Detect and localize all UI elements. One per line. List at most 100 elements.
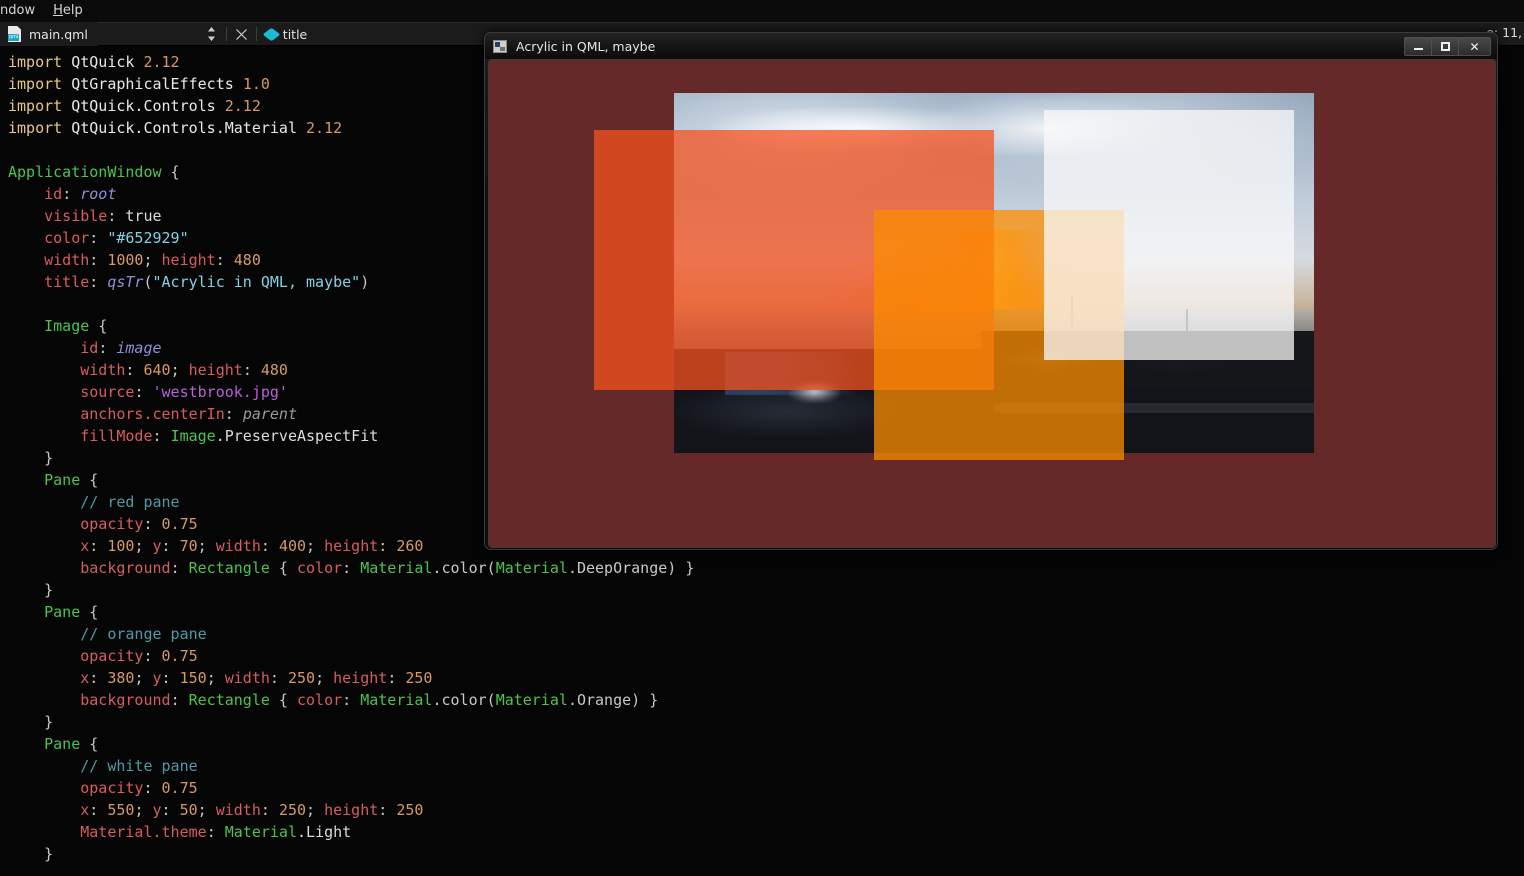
code-token: Material — [360, 559, 433, 577]
code-token: // white pane — [80, 757, 198, 775]
code-token: 0.75 — [161, 779, 198, 797]
code-line: Material.theme: Material.Light — [8, 821, 1524, 843]
code-token: Material — [360, 691, 433, 709]
qml-content-area — [488, 59, 1496, 548]
code-token: 1.0 — [242, 75, 270, 93]
app-window-frame: Acrylic in QML, maybe ✕ — [484, 32, 1498, 550]
menu-item-window[interactable]: ndow — [0, 0, 44, 22]
code-token: height — [324, 537, 379, 555]
code-token: : — [62, 185, 81, 203]
code-token: : — [342, 559, 361, 577]
code-token: height — [333, 669, 388, 687]
code-token: title — [44, 273, 90, 291]
code-line: } — [8, 711, 1524, 733]
code-token: 250 — [287, 669, 316, 687]
close-icon[interactable] — [232, 22, 251, 46]
file-tab-main-qml[interactable]: qml main.qml — [0, 22, 98, 46]
code-token: "Acrylic in QML, maybe" — [152, 273, 361, 291]
code-token: ; — [134, 801, 153, 819]
maximize-icon[interactable] — [1432, 38, 1459, 55]
code-line: x: 550; y: 50; width: 250; height: 250 — [8, 799, 1524, 821]
code-token: 380 — [107, 669, 135, 687]
code-token: 260 — [396, 537, 424, 555]
code-token: opacity — [80, 647, 144, 665]
code-token: : — [89, 669, 108, 687]
qml-application-window[interactable]: Acrylic in QML, maybe ✕ — [484, 32, 1498, 550]
code-token: 250 — [405, 669, 433, 687]
code-token: : — [134, 383, 153, 401]
pane-white — [1044, 110, 1294, 360]
code-line: } — [8, 843, 1524, 865]
code-token: : — [89, 229, 108, 247]
code-token: .color( — [432, 691, 496, 709]
code-token: height — [161, 251, 216, 269]
window-controls: ✕ — [1404, 37, 1491, 56]
code-token: import — [8, 53, 63, 71]
code-token: 0.75 — [161, 515, 198, 533]
menu-item-help-mnemonic: H — [53, 3, 63, 18]
code-token: x — [80, 669, 90, 687]
code-token: height — [188, 361, 243, 379]
up-down-arrows-icon[interactable] — [202, 22, 221, 46]
code-token: { — [161, 163, 180, 181]
code-token: y — [152, 537, 162, 555]
code-token: Material — [495, 559, 568, 577]
code-token: ; — [143, 251, 162, 269]
code-token: // red pane — [80, 493, 180, 511]
code-token: import — [8, 119, 63, 137]
code-token: 100 — [107, 537, 135, 555]
code-token: parent — [242, 405, 297, 423]
code-token: Material — [224, 823, 297, 841]
code-token: ) — [360, 273, 370, 291]
code-line: x: 380; y: 150; width: 250; height: 250 — [8, 667, 1524, 689]
code-token: qsTr — [107, 273, 144, 291]
code-token: ; — [206, 669, 225, 687]
code-token: : — [378, 537, 397, 555]
code-token: background — [80, 559, 171, 577]
minimize-icon[interactable] — [1405, 38, 1432, 55]
code-token: // orange pane — [80, 625, 207, 643]
code-token: : — [224, 405, 243, 423]
code-token: .Orange) } — [567, 691, 659, 709]
code-token: { — [89, 317, 108, 335]
app-window-titlebar[interactable]: Acrylic in QML, maybe ✕ — [485, 33, 1497, 59]
code-token: color — [44, 229, 90, 247]
code-token: .DeepOrange) } — [567, 559, 695, 577]
code-line: background: Rectangle { color: Material.… — [8, 689, 1524, 711]
code-token: width — [44, 251, 90, 269]
code-token: : — [260, 801, 279, 819]
code-token: Pane — [44, 471, 81, 489]
code-token: : — [269, 669, 288, 687]
code-token: 480 — [233, 251, 261, 269]
code-token: : — [143, 779, 162, 797]
code-token: visible — [44, 207, 108, 225]
code-token: 50 — [179, 801, 198, 819]
code-token: source — [80, 383, 135, 401]
code-token: opacity — [80, 515, 144, 533]
code-token: x — [80, 801, 90, 819]
code-token: : — [143, 515, 162, 533]
menu-item-help[interactable]: Help — [44, 0, 92, 22]
code-token: fillMode — [80, 427, 153, 445]
code-token: ApplicationWindow — [8, 163, 162, 181]
code-token: ; — [306, 801, 325, 819]
code-token: 2.12 — [224, 97, 261, 115]
code-token: { — [80, 735, 99, 753]
code-token: width — [215, 537, 261, 555]
bookmark-entry-title[interactable]: title — [262, 27, 307, 42]
code-token: id — [80, 339, 99, 357]
code-token: : — [170, 559, 189, 577]
code-token: 2.12 — [143, 53, 180, 71]
diamond-bookmark-icon — [262, 27, 281, 41]
code-token: import — [8, 75, 63, 93]
close-icon[interactable]: ✕ — [1459, 38, 1490, 55]
